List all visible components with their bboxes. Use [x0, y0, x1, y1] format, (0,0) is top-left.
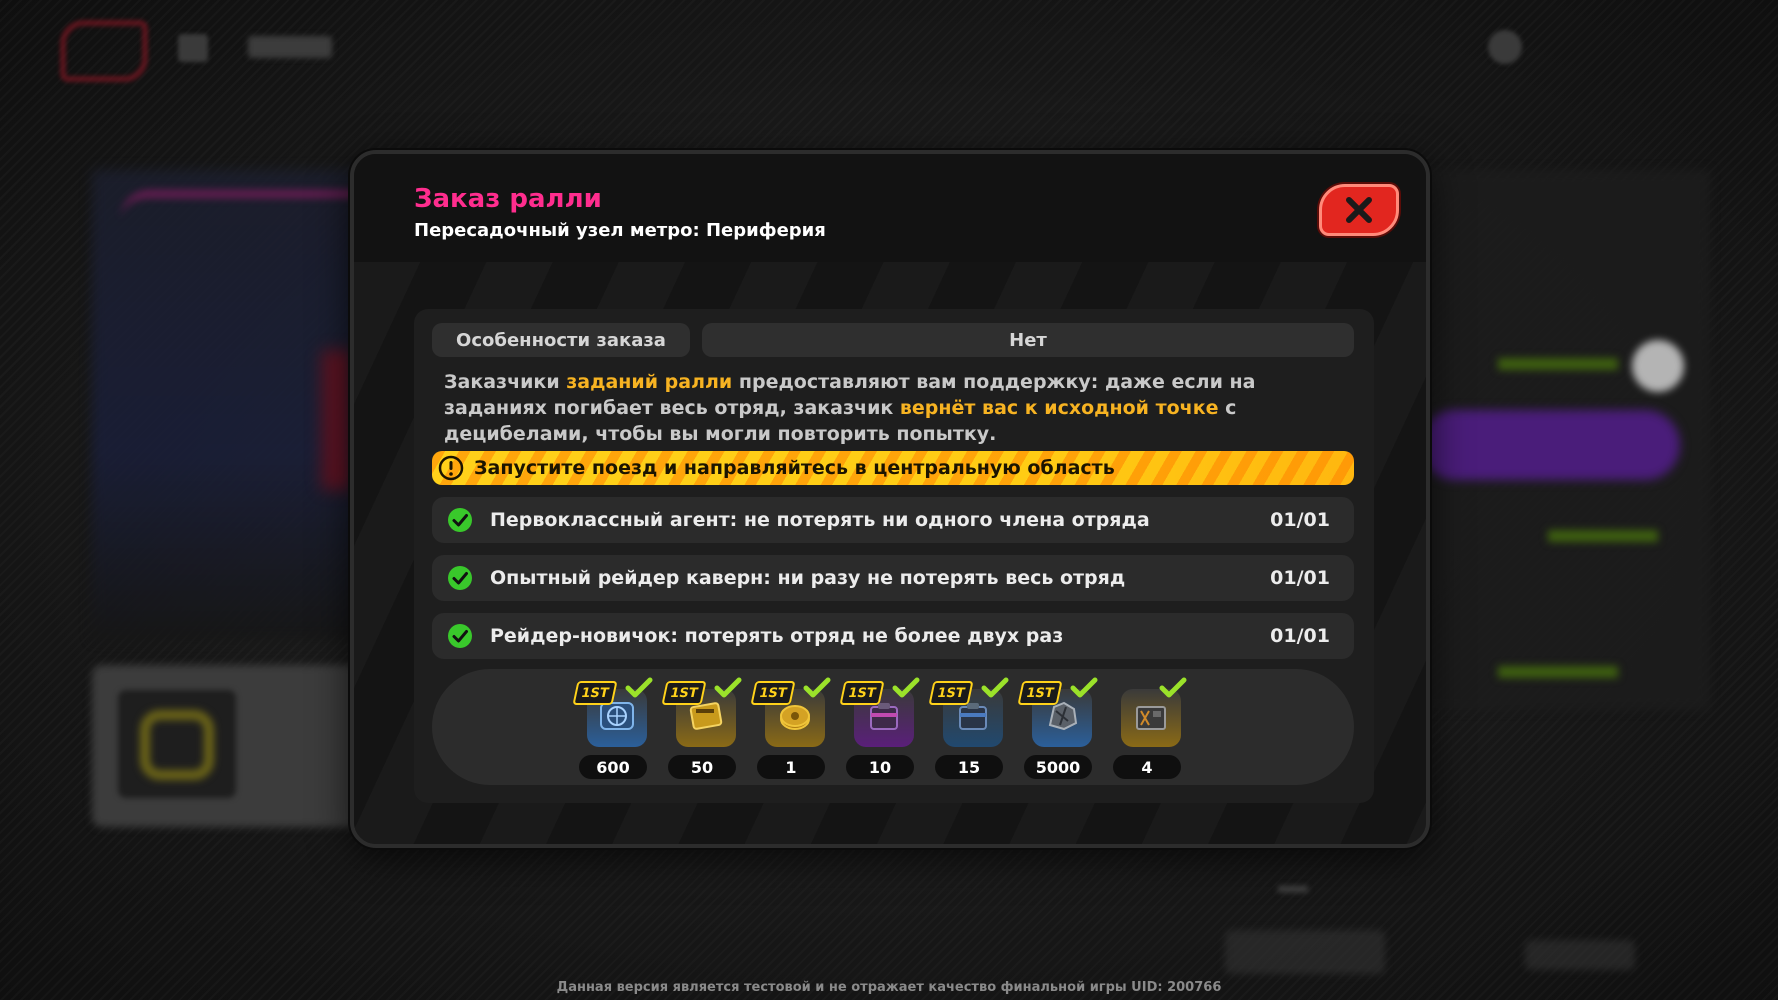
task-row: Рейдер-новичок: потерять отряд не более …: [432, 613, 1354, 659]
check-icon: [714, 677, 742, 698]
order-details-panel: Особенности заказа Нет Заказчики заданий…: [414, 309, 1374, 803]
check-circle-icon: [448, 566, 472, 590]
first-clear-badge: 1ST: [928, 681, 974, 705]
reward-amount: 50: [668, 755, 736, 779]
reward-amount: 600: [579, 755, 647, 779]
background-green-text: [1498, 666, 1618, 678]
objective-text: Запустите поезд и направляйтесь в центра…: [474, 457, 1115, 479]
task-text: Опытный рейдер каверн: ни разу не потеря…: [490, 567, 1126, 589]
check-icon: [892, 677, 920, 698]
home-icon: [178, 34, 208, 62]
footer-note: Данная версия является тестовой и не отр…: [556, 980, 1222, 995]
reward-item[interactable]: 1ST 1: [750, 677, 831, 781]
background-start-button: [1525, 940, 1635, 970]
task-progress: 01/01: [1270, 567, 1330, 589]
task-text: Первоклассный агент: не потерять ни одно…: [490, 509, 1150, 531]
check-circle-icon: [448, 508, 472, 532]
check-icon: [625, 677, 653, 698]
reward-amount: 5000: [1024, 755, 1092, 779]
supply-box-icon: [1136, 706, 1166, 730]
description-highlight: вернёт вас к исходной точке: [899, 397, 1219, 419]
check-icon: [803, 677, 831, 698]
close-icon: [1346, 197, 1372, 223]
task-row: Опытный рейдер каверн: ни разу не потеря…: [432, 555, 1354, 601]
description-highlight: заданий ралли: [566, 371, 733, 393]
modal-subtitle: Пересадочный узел метро: Периферия: [414, 220, 826, 241]
background-round-button: [1632, 340, 1684, 392]
rally-logo: [120, 190, 380, 250]
task-row: Первоклассный агент: не потерять ни одно…: [432, 497, 1354, 543]
first-clear-badge: 1ST: [750, 681, 796, 705]
reward-amount: 15: [935, 755, 1003, 779]
exclamation-icon: [438, 455, 464, 481]
background-green-text: [1548, 530, 1658, 542]
reward-amount: 4: [1113, 755, 1181, 779]
background-header-title: [248, 36, 332, 58]
check-icon: [1159, 677, 1187, 698]
first-clear-badge: 1ST: [661, 681, 707, 705]
task-text: Рейдер-новичок: потерять отряд не более …: [490, 625, 1064, 647]
rank-s-icon: [140, 710, 214, 780]
background-purple-button: [1420, 410, 1680, 480]
order-description: Заказчики заданий ралли предоставляют ва…: [444, 369, 1344, 447]
check-icon: [981, 677, 1009, 698]
rally-order-modal: Заказ ралли Пересадочный узел метро: Пер…: [350, 150, 1430, 848]
task-progress: 01/01: [1270, 625, 1330, 647]
task-progress: 01/01: [1270, 509, 1330, 531]
reward-item[interactable]: 4: [1109, 677, 1187, 781]
reward-item[interactable]: 1ST 15: [928, 677, 1009, 781]
game-logo: [60, 20, 148, 82]
check-icon: [1070, 677, 1098, 698]
features-value: Нет: [702, 323, 1354, 357]
background-accent: [322, 350, 352, 490]
objective-banner: Запустите поезд и направляйтесь в центра…: [432, 451, 1354, 485]
first-clear-badge: 1ST: [572, 681, 618, 705]
chevron-down-icon: [1278, 872, 1308, 892]
reward-item[interactable]: 1ST 50: [661, 677, 742, 781]
reward-item[interactable]: 1ST 5000: [1017, 677, 1098, 781]
modal-header: Заказ ралли Пересадочный узел метро: Пер…: [354, 154, 1426, 262]
first-clear-badge: 1ST: [1017, 681, 1063, 705]
background-details-button: [1225, 930, 1385, 974]
reward-amount: 10: [846, 755, 914, 779]
first-clear-badge: 1ST: [839, 681, 885, 705]
description-text: Заказчики: [444, 371, 567, 393]
background-green-text: [1498, 358, 1618, 370]
rewards-panel: 1ST 600 1ST 50 1ST 1 1ST 10 1ST 15 1ST 5…: [432, 669, 1354, 785]
reward-amount: 1: [757, 755, 825, 779]
settings-icon: [1488, 30, 1522, 64]
features-label: Особенности заказа: [432, 323, 690, 357]
check-circle-icon: [448, 624, 472, 648]
reward-item[interactable]: 1ST 600: [572, 677, 653, 781]
close-button[interactable]: [1319, 184, 1399, 236]
reward-item[interactable]: 1ST 10: [839, 677, 920, 781]
modal-title: Заказ ралли: [414, 184, 602, 214]
